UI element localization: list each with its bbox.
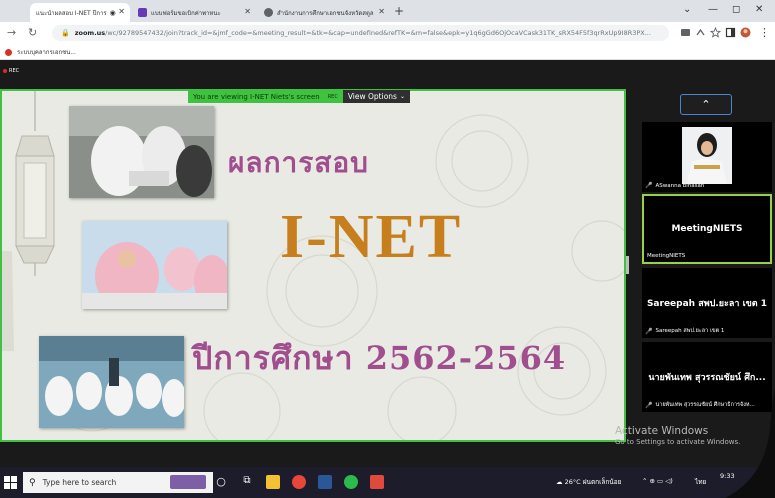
url-path: /wc/92789547432/join?track_id=&jmf_code=… (105, 29, 651, 37)
mic-muted-icon: 🎤 (645, 182, 653, 189)
forward-icon[interactable]: → (7, 26, 16, 39)
chevron-up-icon: ⌃ (701, 98, 711, 111)
participant-display-name: นายพันเทพ สุวรรณชัยน์ ศึก... (648, 373, 766, 383)
bookmark-favicon-icon (5, 48, 12, 56)
activate-subtitle: Go to Settings to activate Windows. (615, 438, 741, 446)
viewing-rec-badge: REC (327, 93, 338, 100)
activate-title: Activate Windows (615, 425, 709, 437)
participant-display-name: Sareepah สพป.ยะลา เขต 1 (646, 299, 768, 309)
tab-search-icon[interactable]: ⌄ (683, 4, 691, 15)
word-icon[interactable] (318, 475, 332, 489)
weather-widget[interactable]: ☁ 26°C ฝนตกเล็กน้อย (556, 477, 621, 487)
windows-start-icon[interactable] (4, 476, 17, 489)
profile-avatar-icon[interactable] (740, 27, 751, 38)
activate-windows-watermark: Activate Windows Go to Settings to activ… (615, 425, 740, 446)
url-host: zoom.us (74, 29, 106, 37)
address-bar-row: → ↻ 🔒 zoom.us /wc/92789547432/join?track… (0, 22, 775, 44)
participant-tile[interactable]: 🎤 ASwanna binasan (642, 122, 772, 192)
slide-title-inet: I-NET (280, 203, 463, 271)
view-options-label: View Options (347, 92, 397, 101)
line-icon[interactable] (344, 475, 358, 489)
language-indicator[interactable]: ไทย (695, 477, 706, 487)
speaker-icon[interactable]: ◉ (110, 9, 116, 17)
shared-screen-slide: ผลการสอบ I-NET ปีการศึกษา 2562-2564 (0, 89, 626, 442)
reload-icon[interactable]: ↻ (28, 26, 37, 39)
search-placeholder: Type here to search (42, 478, 117, 487)
translate-icon[interactable] (680, 27, 691, 38)
screen-share-bar: You are viewing I-NET Niets's screen REC… (188, 90, 410, 103)
chrome-icon[interactable] (292, 475, 306, 489)
browser-tab-office[interactable]: สำนักงานการศึกษาเอกชนจังหวัดสตูล ✕ (258, 3, 390, 22)
students-image (69, 106, 214, 198)
view-options-button[interactable]: View Options ⌄ (342, 90, 410, 103)
recording-indicator: REC (3, 68, 19, 74)
file-explorer-icon[interactable] (266, 475, 280, 489)
bookmark-label: ระบบบุคลากรเอกชน... (17, 49, 76, 56)
participant-tile[interactable]: Sareepah สพป.ยะลา เขต 1 🎤 Sareepah สพป.ย… (642, 268, 772, 338)
participant-display-name: MeetingNIETS (671, 224, 743, 234)
participant-name: 🎤 ASwanna binasan (645, 182, 705, 189)
search-icon: ⚲ (29, 477, 36, 488)
tab-label: แนะนำผลสอบ I-NET ปีการ (36, 9, 107, 17)
students-image (39, 336, 184, 428)
bookmark-star-icon[interactable] (710, 27, 721, 38)
bookmarks-bar: ระบบบุคลากรเอกชน... (0, 44, 775, 60)
bookmark-item[interactable]: ระบบบุคลากรเอกชน... (5, 47, 76, 57)
browser-tab-strip: แนะนำผลสอบ I-NET ปีการ ◉ ✕ แบบฟอร์มขอเบิ… (0, 0, 775, 22)
classroom-photo-3 (39, 336, 184, 428)
mic-muted-icon: 🎤 (645, 327, 653, 335)
close-window-button[interactable]: ✕ (755, 4, 763, 15)
person-image (682, 127, 732, 184)
close-icon[interactable]: ✕ (244, 7, 251, 16)
slide-academic-year: ปีการศึกษา 2562-2564 (192, 339, 567, 377)
cortana-icon[interactable]: ○ (214, 475, 228, 489)
windows-taskbar: ⚲ Type here to search ○ ⧉ ☁ 26°C ฝนตกเล็… (0, 467, 775, 498)
participant-video (682, 127, 732, 184)
new-tab-button[interactable]: + (394, 4, 404, 18)
browser-tab-form[interactable]: แบบฟอร์มขอเบิกค่าพาหนะ ✕ (132, 3, 256, 22)
pdf-icon[interactable] (370, 475, 384, 489)
task-view-icon[interactable]: ⧉ (240, 475, 254, 489)
maximize-button[interactable]: ◻ (732, 4, 740, 15)
kebab-menu-icon[interactable]: ⋮ (759, 26, 770, 39)
resize-handle[interactable] (626, 256, 629, 274)
tab-label: แบบฟอร์มขอเบิกค่าพาหนะ (151, 9, 221, 17)
browser-tab-inet[interactable]: แนะนำผลสอบ I-NET ปีการ ◉ ✕ (30, 3, 130, 22)
system-tray-icons[interactable]: ⌃ ⊕ ▭ ◁) (642, 477, 673, 485)
participant-tile-active[interactable]: MeetingNIETS MeetingNIETS (642, 194, 772, 264)
forms-icon (138, 8, 147, 17)
participant-name: MeetingNIETS (647, 253, 686, 259)
side-panel-icon[interactable] (725, 27, 736, 38)
recording-label: REC (9, 68, 20, 74)
globe-icon (264, 8, 273, 17)
record-dot-icon (3, 69, 7, 73)
mic-muted-icon: 🎤 (645, 401, 653, 409)
lock-icon: 🔒 (61, 29, 70, 37)
students-image (82, 221, 227, 309)
participant-name: 🎤 Sareepah สพป.ยะลา เขต 1 (645, 327, 725, 335)
classroom-photo-1 (69, 106, 214, 198)
minimize-button[interactable]: — (708, 4, 718, 15)
close-icon[interactable]: ✕ (118, 7, 125, 16)
classroom-photo-2 (82, 221, 227, 309)
news-widget-icon[interactable] (170, 475, 206, 489)
viewing-label: You are viewing I-NET Niets's screen (193, 92, 320, 101)
lantern-illustration (15, 91, 55, 276)
viewing-banner: You are viewing I-NET Niets's screen REC (188, 90, 343, 103)
close-icon[interactable]: ✕ (378, 7, 385, 16)
url-field[interactable]: 🔒 zoom.us /wc/92789547432/join?track_id=… (52, 25, 669, 41)
tab-label: สำนักงานการศึกษาเอกชนจังหวัดสตูล (277, 9, 374, 17)
chevron-down-icon: ⌄ (399, 93, 405, 100)
scroll-up-button[interactable]: ⌃ (680, 94, 732, 115)
weather-icon: ☁ (556, 478, 563, 486)
rounded-corner-overlay (725, 388, 775, 498)
share-icon[interactable] (695, 27, 706, 38)
slide-title-result: ผลการสอบ (228, 146, 369, 179)
